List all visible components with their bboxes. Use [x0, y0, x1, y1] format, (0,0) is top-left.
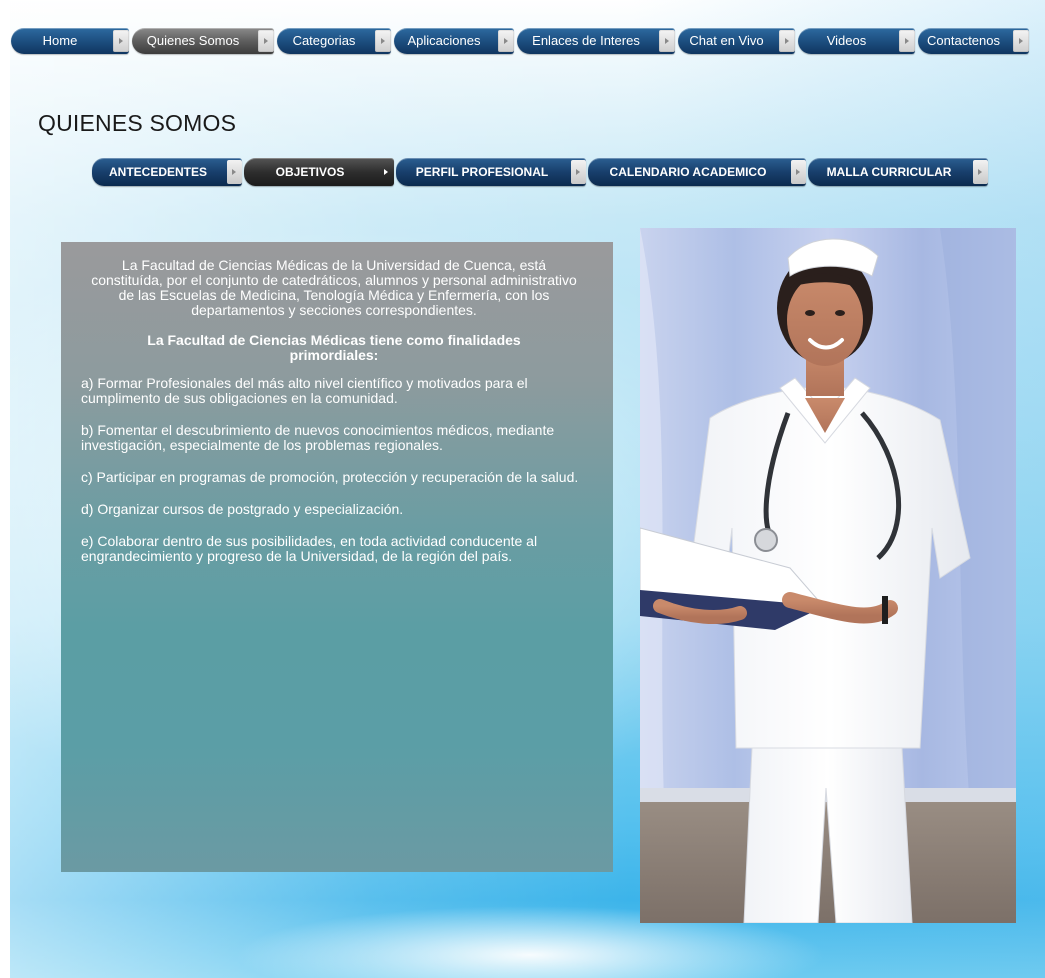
subnav-antecedentes[interactable]: ANTECEDENTES — [92, 158, 242, 186]
chevron-right-icon — [791, 160, 806, 184]
nav-aplicaciones[interactable]: Aplicaciones — [394, 28, 514, 54]
nav-chat-en-vivo[interactable]: Chat en Vivo — [678, 28, 795, 54]
subnav-objetivos[interactable]: OBJETIVOS — [244, 158, 394, 186]
subnav-calendario-academico-label: CALENDARIO ACADEMICO — [609, 165, 767, 179]
chevron-right-icon — [227, 160, 242, 184]
objective-item: a) Formar Profesionales del más alto niv… — [81, 375, 528, 406]
page-title: QUIENES SOMOS — [38, 110, 237, 136]
top-navigation: Home Quienes Somos Categorias Aplicacion… — [11, 28, 1029, 54]
objective-item: e) Colaborar dentro de sus posibilidades… — [81, 533, 538, 564]
nav-categorias[interactable]: Categorias — [277, 28, 391, 54]
section-navigation: ANTECEDENTES OBJETIVOS PERFIL PROFESIONA… — [92, 158, 988, 186]
intro-paragraph: La Facultad de Ciencias Médicas de la Un… — [91, 257, 577, 318]
nav-categorias-label: Categorias — [292, 33, 356, 48]
nav-aplicaciones-label: Aplicaciones — [407, 33, 481, 48]
objectives-panel: La Facultad de Ciencias Médicas de la Un… — [61, 242, 613, 872]
nav-contactenos-label: Contactenos — [927, 33, 1000, 48]
nav-quienes-somos-label: Quienes Somos — [146, 33, 240, 48]
objective-item: b) Fomentar el descubrimiento de nuevos … — [81, 422, 555, 453]
nurse-photo — [640, 228, 1016, 923]
chevron-right-icon — [779, 30, 795, 52]
chevron-right-icon — [659, 30, 675, 52]
subnav-malla-curricular[interactable]: MALLA CURRICULAR — [808, 158, 988, 186]
subnav-antecedentes-label: ANTECEDENTES — [108, 165, 207, 179]
chevron-right-icon — [498, 30, 514, 52]
nav-enlaces-de-interes-label: Enlaces de Interes — [532, 33, 640, 48]
chevron-right-icon — [973, 160, 988, 184]
chevron-right-icon — [1013, 30, 1029, 52]
chevron-right-icon — [379, 160, 394, 184]
subnav-malla-curricular-label: MALLA CURRICULAR — [826, 165, 952, 179]
objectives-headline: La Facultad de Ciencias Médicas tiene co… — [147, 332, 521, 363]
nav-home[interactable]: Home — [11, 28, 129, 54]
chevron-right-icon — [899, 30, 915, 52]
nav-videos-label: Videos — [826, 33, 867, 48]
objective-item: d) Organizar cursos de postgrado y espec… — [81, 501, 404, 517]
chevron-right-icon — [375, 30, 391, 52]
chevron-right-icon — [113, 30, 129, 52]
subnav-calendario-academico[interactable]: CALENDARIO ACADEMICO — [588, 158, 806, 186]
nav-enlaces-de-interes[interactable]: Enlaces de Interes — [517, 28, 675, 54]
objective-item: c) Participar en programas de promoción,… — [81, 469, 579, 485]
subnav-perfil-profesional[interactable]: PERFIL PROFESIONAL — [396, 158, 586, 186]
subnav-perfil-profesional-label: PERFIL PROFESIONAL — [415, 165, 549, 179]
chevron-right-icon — [258, 30, 274, 52]
nav-contactenos[interactable]: Contactenos — [918, 28, 1029, 54]
chevron-right-icon — [571, 160, 586, 184]
nav-home-label: Home — [42, 33, 78, 48]
nav-chat-en-vivo-label: Chat en Vivo — [689, 33, 764, 48]
nav-quienes-somos[interactable]: Quienes Somos — [132, 28, 274, 54]
subnav-objetivos-label: OBJETIVOS — [275, 165, 345, 179]
nav-videos[interactable]: Videos — [798, 28, 915, 54]
